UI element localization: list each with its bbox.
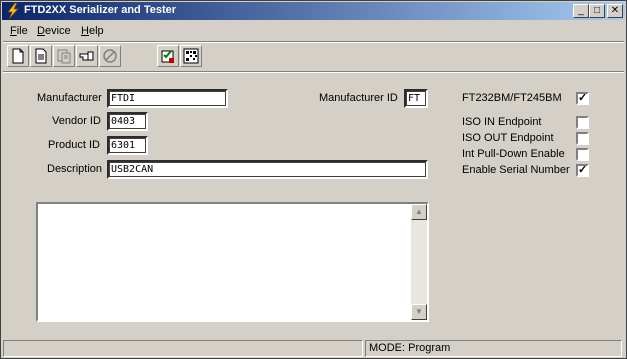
scroll-up-button[interactable]: ▲	[411, 204, 427, 220]
status-bar: MODE: Program	[3, 340, 624, 357]
option-ft232bm-label: FT232BM/FT245BM	[462, 92, 562, 104]
option-serial-checkbox[interactable]: ✓	[576, 164, 589, 177]
minimize-icon: _	[578, 5, 584, 16]
option-iso-out-checkbox[interactable]	[576, 132, 589, 145]
vendor-id-field[interactable]: 0403	[107, 112, 148, 131]
option-serial-label: Enable Serial Number	[462, 164, 570, 176]
checklist-icon	[161, 50, 174, 63]
option-iso-out-label: ISO OUT Endpoint	[462, 132, 554, 144]
stop-button[interactable]	[99, 45, 121, 67]
product-id-label: Product ID	[48, 139, 100, 151]
main-window: FTD2XX Serializer and Tester _ □ ✕ File …	[0, 0, 627, 359]
toolbar	[5, 45, 624, 69]
manufacturer-id-label: Manufacturer ID	[319, 92, 398, 104]
toolbar-separator	[3, 71, 624, 73]
manufacturer-field[interactable]: FTDI	[107, 89, 228, 108]
status-panel-empty	[3, 340, 363, 357]
program-button[interactable]	[53, 45, 75, 67]
menu-file[interactable]: File	[10, 25, 28, 37]
menu-separator	[3, 41, 624, 43]
new-file-icon	[12, 48, 24, 64]
new-button[interactable]	[7, 45, 29, 67]
scroll-down-icon: ▼	[415, 307, 423, 316]
close-button[interactable]: ✕	[607, 4, 623, 18]
menu-help[interactable]: Help	[81, 25, 104, 37]
option-iso-in-checkbox[interactable]	[576, 116, 589, 129]
log-textarea[interactable]: ▲ ▼	[36, 202, 429, 322]
title-bar[interactable]: FTD2XX Serializer and Tester _ □ ✕	[2, 2, 625, 20]
checkmark-icon: ✓	[578, 92, 588, 104]
option-iso-in-label: ISO IN Endpoint	[462, 116, 542, 128]
maximize-button[interactable]: □	[589, 4, 605, 18]
pointing-hand-icon	[79, 51, 94, 61]
barcode-icon	[183, 48, 199, 64]
checkmark-icon: ✓	[578, 164, 588, 176]
menu-device[interactable]: Device	[37, 25, 71, 37]
product-id-field[interactable]: 6301	[107, 136, 148, 155]
point-button[interactable]	[76, 45, 98, 67]
document-icon	[35, 48, 47, 64]
option-pulldown-label: Int Pull-Down Enable	[462, 148, 565, 160]
scroll-up-icon: ▲	[415, 207, 423, 216]
status-mode: MODE: Program	[365, 340, 622, 357]
option-pulldown-checkbox[interactable]	[576, 148, 589, 161]
window-title: FTD2XX Serializer and Tester	[24, 4, 177, 16]
description-field[interactable]: USB2CAN	[107, 160, 428, 179]
maximize-icon: □	[593, 5, 601, 16]
serial-button[interactable]	[180, 45, 202, 67]
open-button[interactable]	[30, 45, 52, 67]
vendor-id-label: Vendor ID	[52, 115, 101, 127]
vertical-scrollbar[interactable]: ▲ ▼	[411, 204, 427, 320]
manufacturer-label: Manufacturer	[37, 92, 102, 104]
stop-icon	[103, 49, 117, 63]
test-button[interactable]	[157, 45, 179, 67]
option-ft232bm-checkbox[interactable]: ✓	[576, 92, 589, 105]
description-label: Description	[47, 163, 103, 175]
program-icon	[57, 49, 71, 64]
manufacturer-id-field[interactable]: FT	[404, 89, 428, 108]
scroll-down-button[interactable]: ▼	[411, 304, 427, 320]
lightning-app-icon	[7, 3, 19, 19]
minimize-button[interactable]: _	[573, 4, 589, 18]
menu-bar: File Device Help	[3, 22, 624, 40]
close-icon: ✕	[610, 5, 620, 16]
